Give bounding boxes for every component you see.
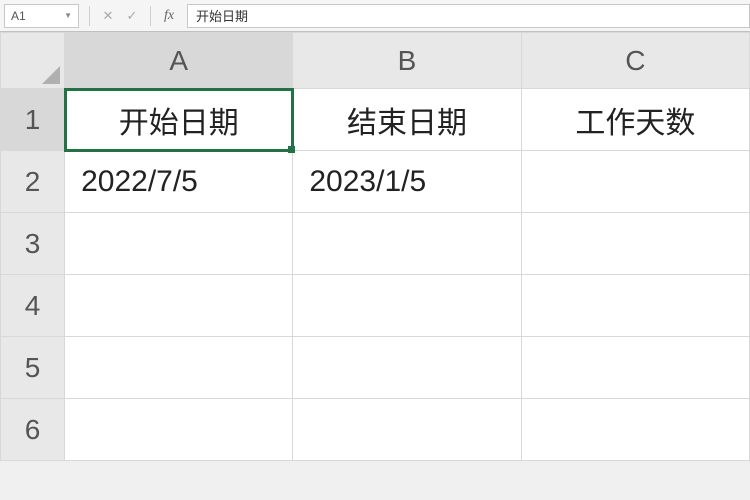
name-box-value: A1 — [11, 9, 26, 23]
cell-a6[interactable] — [65, 399, 293, 461]
cell-c5[interactable] — [521, 337, 749, 399]
cell-b4[interactable] — [293, 275, 521, 337]
cell-c4[interactable] — [521, 275, 749, 337]
formula-input-value: 开始日期 — [196, 6, 248, 25]
col-header-b[interactable]: B — [293, 33, 521, 89]
cell-b3[interactable] — [293, 213, 521, 275]
col-header-c[interactable]: C — [521, 33, 749, 89]
row-header-3[interactable]: 3 — [1, 213, 65, 275]
cell-b2[interactable]: 2023/1/5 — [293, 151, 521, 213]
cell-c1[interactable]: 工作天数 — [521, 89, 749, 151]
row-header-2[interactable]: 2 — [1, 151, 65, 213]
cell-b6[interactable] — [293, 399, 521, 461]
formula-bar: A1 ▼ ✕ ✓ fx 开始日期 — [0, 0, 750, 32]
row-header-1[interactable]: 1 — [1, 89, 65, 151]
divider — [150, 6, 151, 26]
formula-input[interactable]: 开始日期 — [187, 4, 750, 28]
name-box[interactable]: A1 ▼ — [4, 4, 79, 28]
fx-icon[interactable]: fx — [157, 4, 181, 28]
cell-a5[interactable] — [65, 337, 293, 399]
cancel-icon: ✕ — [96, 4, 120, 28]
cell-a4[interactable] — [65, 275, 293, 337]
row-header-5[interactable]: 5 — [1, 337, 65, 399]
cell-b1[interactable]: 结束日期 — [293, 89, 521, 151]
col-header-a[interactable]: A — [65, 33, 293, 89]
cell-a2[interactable]: 2022/7/5 — [65, 151, 293, 213]
cell-c6[interactable] — [521, 399, 749, 461]
cell-c2[interactable] — [521, 151, 749, 213]
confirm-icon: ✓ — [120, 4, 144, 28]
cell-a1[interactable]: 开始日期 — [65, 89, 293, 151]
select-all-corner[interactable] — [1, 33, 65, 89]
divider — [89, 6, 90, 26]
spreadsheet-grid: A B C 1 开始日期 结束日期 工作天数 2 2022/7/5 2023/1… — [0, 32, 750, 461]
row-header-4[interactable]: 4 — [1, 275, 65, 337]
cell-a3[interactable] — [65, 213, 293, 275]
chevron-down-icon[interactable]: ▼ — [64, 11, 72, 20]
row-header-6[interactable]: 6 — [1, 399, 65, 461]
cell-b5[interactable] — [293, 337, 521, 399]
cell-c3[interactable] — [521, 213, 749, 275]
